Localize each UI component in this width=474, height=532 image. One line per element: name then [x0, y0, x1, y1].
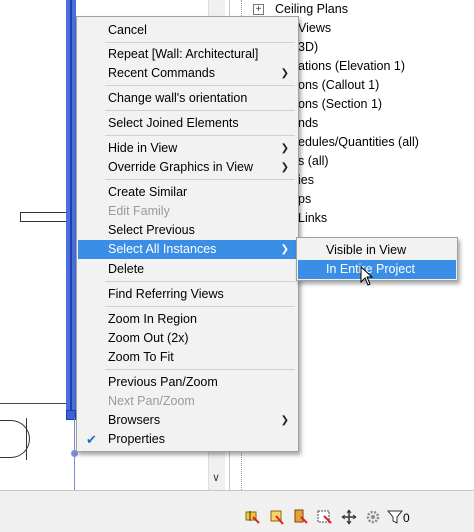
- mouse-cursor-icon: [360, 266, 374, 286]
- link-select-icon[interactable]: [244, 508, 262, 526]
- drag-select-icon[interactable]: [340, 508, 358, 526]
- filter-icon[interactable]: 0: [386, 508, 416, 526]
- tree-item[interactable]: Views: [298, 19, 331, 38]
- menu-item-next-pan-zoom: Next Pan/Zoom: [108, 394, 195, 408]
- wall-centerline: [70, 0, 72, 418]
- wall-stub: [20, 212, 66, 222]
- select-all-instances-submenu: Visible in View In Entire Project: [296, 237, 458, 281]
- chevron-right-icon: ❯: [280, 244, 289, 255]
- menu-item-zoom-out[interactable]: Zoom Out (2x): [78, 329, 297, 348]
- filter-count: 0: [403, 511, 410, 525]
- tree-item[interactable]: ations (Elevation 1): [298, 57, 405, 76]
- chevron-right-icon: ❯: [280, 68, 289, 79]
- menu-item-hide-in-view[interactable]: Hide in View ❯: [78, 139, 297, 158]
- menu-item-zoom-to-fit[interactable]: Zoom To Fit: [78, 348, 297, 367]
- floor-line: [0, 403, 66, 404]
- tree-item[interactable]: 3D): [298, 38, 318, 57]
- tree-item[interactable]: edules/Quantities (all): [298, 133, 419, 152]
- menu-item-cancel[interactable]: Cancel: [78, 21, 297, 40]
- tree-item[interactable]: ps: [298, 190, 311, 209]
- door-leaf: [26, 418, 27, 460]
- chevron-right-icon: ❯: [280, 415, 289, 426]
- menu-item-override-graphics[interactable]: Override Graphics in View ❯: [78, 158, 297, 177]
- menu-separator: [105, 281, 295, 282]
- pinned-select-icon[interactable]: [292, 508, 310, 526]
- menu-item-create-similar[interactable]: Create Similar: [78, 183, 297, 202]
- underlay-select-icon[interactable]: [268, 508, 286, 526]
- menu-item-select-previous[interactable]: Select Previous: [78, 221, 297, 240]
- menu-separator: [105, 306, 295, 307]
- tree-item[interactable]: nds: [298, 114, 318, 133]
- expand-plus-icon[interactable]: +: [253, 4, 264, 15]
- menu-separator: [105, 135, 295, 136]
- menu-separator: [105, 42, 295, 43]
- tree-item[interactable]: ons (Section 1): [298, 95, 382, 114]
- menu-item-select-all-instances[interactable]: Select All Instances ❯: [78, 240, 297, 259]
- menu-item-delete[interactable]: Delete: [78, 260, 297, 279]
- menu-separator: [105, 110, 295, 111]
- tree-item[interactable]: Links: [298, 209, 327, 228]
- menu-separator: [105, 369, 295, 370]
- menu-item-edit-family: Edit Family: [108, 204, 170, 218]
- chevron-right-icon: ❯: [280, 162, 289, 173]
- face-select-icon[interactable]: [316, 508, 334, 526]
- wall-extension-line: [74, 418, 75, 498]
- chevron-down-icon[interactable]: ∨: [208, 468, 224, 488]
- chevron-right-icon: ❯: [280, 143, 289, 154]
- menu-item-select-joined[interactable]: Select Joined Elements: [78, 114, 297, 133]
- menu-separator: [105, 85, 295, 86]
- context-menu: Cancel Repeat [Wall: Architectural] Rece…: [76, 16, 299, 452]
- menu-item-properties[interactable]: ✔ Properties: [78, 430, 297, 449]
- gear-icon[interactable]: [364, 508, 382, 526]
- tree-item[interactable]: ons (Callout 1): [298, 76, 379, 95]
- check-icon: ✔: [86, 432, 97, 447]
- menu-item-zoom-in-region[interactable]: Zoom In Region: [78, 310, 297, 329]
- submenu-item-in-entire-project[interactable]: In Entire Project: [298, 260, 456, 279]
- menu-item-find-referring-views[interactable]: Find Referring Views: [78, 285, 297, 304]
- menu-separator: [105, 179, 295, 180]
- menu-item-repeat[interactable]: Repeat [Wall: Architectural]: [78, 45, 297, 64]
- menu-item-recent-commands[interactable]: Recent Commands ❯: [78, 64, 297, 83]
- menu-item-change-orientation[interactable]: Change wall's orientation: [78, 89, 297, 108]
- menu-item-previous-pan-zoom[interactable]: Previous Pan/Zoom: [78, 373, 297, 392]
- tree-item[interactable]: s (all): [298, 152, 329, 171]
- tree-item[interactable]: ies: [298, 171, 314, 190]
- menu-item-browsers[interactable]: Browsers ❯: [78, 411, 297, 430]
- submenu-item-visible-in-view[interactable]: Visible in View: [298, 241, 456, 260]
